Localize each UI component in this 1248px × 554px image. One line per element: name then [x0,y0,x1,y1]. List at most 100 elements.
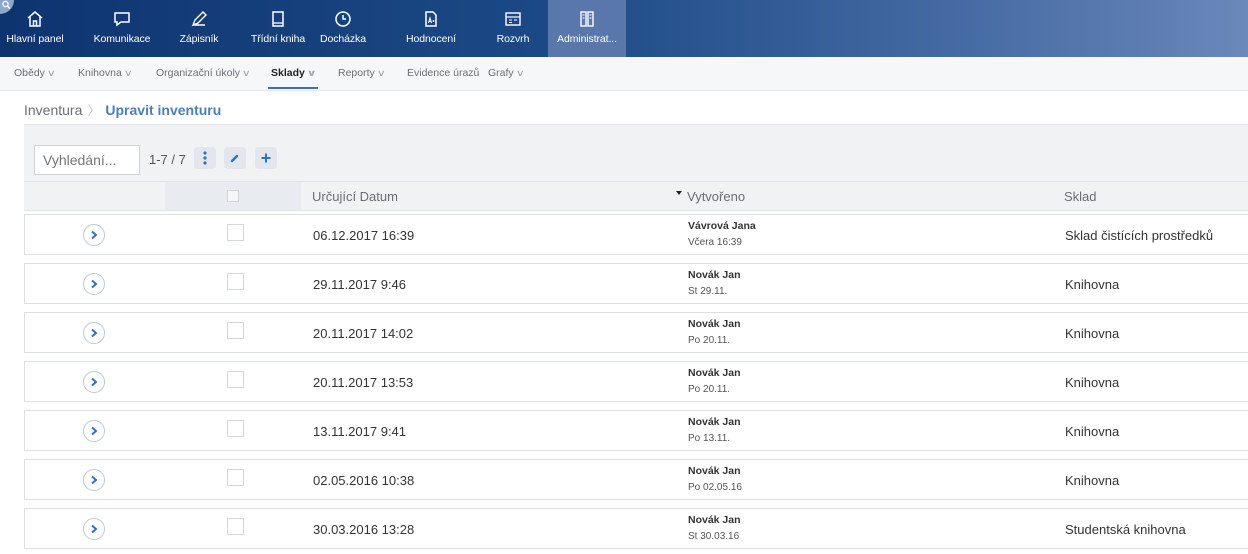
cell-creator: Novák Jan [688,367,741,379]
cell-date: 13.11.2017 9:41 [313,424,407,439]
breadcrumb-separator-icon: 〉 [87,103,101,118]
subnav-item-label: Evidence úrazů [407,67,480,79]
subnav-item-organizational-tasks[interactable]: Organizační úkoly ∨ [156,57,251,91]
nav-item-label: Zápisník [179,33,219,45]
column-header-store[interactable]: Sklad [1064,189,1097,204]
nav-item-label: Hlavní panel [6,33,64,45]
row-checkbox[interactable] [227,371,244,388]
row-checkbox[interactable] [227,322,244,339]
subnav-item-injury-records[interactable]: Evidence úrazů [407,57,479,91]
table-row[interactable]: 20.11.2017 13:53 Novák Jan Po 20.11. Knihov… [24,361,1248,402]
cell-created-when: Po 20.11. [688,335,731,346]
subnav-item-library[interactable]: Knihovna ∨ [78,57,133,91]
subnav-item-label: Grafy [488,67,514,79]
cell-store: Knihovna [1065,375,1120,390]
chevron-right-icon [91,426,98,436]
cell-date: 20.11.2017 13:53 [313,375,414,390]
expand-row-button[interactable] [83,273,105,295]
cell-created-when: St 29.11. [688,286,728,297]
vertical-dots-icon [203,151,207,165]
chevron-down-icon: ∨ [46,68,56,78]
row-checkbox[interactable] [227,518,244,535]
nav-item-class-book[interactable]: Třídní kniha [246,0,310,57]
nav-item-attendance[interactable]: Docházka [316,0,370,57]
nav-item-communication[interactable]: Komunikace [90,0,154,57]
expand-row-button[interactable] [83,322,105,344]
cell-creator: Novák Jan [688,318,741,330]
nav-item-label: Administrat... [557,33,617,45]
nav-item-label: Komunikace [93,33,151,45]
cell-created-when: Po 20.11. [688,384,731,395]
table-row[interactable]: 02.05.2016 10:38 Novák Jan Po 02.05.16 Knih… [24,459,1248,500]
subnav-item-label: Knihovna [78,67,122,79]
expand-row-button[interactable] [83,518,105,540]
chevron-down-icon: ∨ [376,68,386,78]
schedule-icon [503,9,523,29]
cell-creator: Novák Jan [688,465,741,477]
grid-toolbar: 1-7 / 7 [24,124,1248,181]
cell-store: Knihovna [1065,326,1120,341]
nav-item-notebook[interactable]: Zápisník [170,0,228,57]
row-checkbox[interactable] [227,273,244,290]
sort-desc-icon [676,191,682,195]
subnav-item-label: Sklady [271,67,305,79]
breadcrumb-current: Upravit inventuru [105,102,222,118]
cell-store: Sklad čistících prostředků [1065,228,1214,243]
top-navigation: Hlavní panel Komunikace Zápisník Třídní … [0,0,1248,57]
cell-creator: Novák Jan [688,416,741,428]
column-header-date[interactable]: Určující Datum [312,189,398,204]
table-row[interactable]: 30.03.2016 13:28 Novák Jan St 30.03.16 Stud… [24,508,1248,549]
cell-store: Knihovna [1065,473,1120,488]
row-checkbox[interactable] [227,224,244,241]
subnav-item-label: Organizační úkoly [156,67,241,79]
expand-row-button[interactable] [83,224,105,246]
cell-date: 30.03.2016 13:28 [313,522,415,537]
select-all-checkbox[interactable] [227,190,239,202]
subnav-item-reports[interactable]: Reporty ∨ [338,57,386,91]
sub-navigation: Obědy ∨ Knihovna ∨ Organizační úkoly ∨ Skla… [0,57,1248,91]
subnav-item-lunches[interactable]: Obědy ∨ [14,57,56,91]
cell-created-when: Po 13.11. [688,433,731,444]
expand-row-button[interactable] [83,371,105,393]
chat-icon [112,9,132,29]
active-tab-indicator [268,87,319,89]
cell-date: 02.05.2016 10:38 [313,473,415,488]
cell-date: 20.11.2017 14:02 [313,326,414,341]
cell-creator: Vávrová Jana [688,220,756,232]
table-row[interactable]: 20.11.2017 14:02 Novák Jan Po 20.11. Knihov… [24,312,1248,353]
nav-item-home[interactable]: Hlavní panel [2,0,68,57]
column-header-created[interactable]: Vytvořeno [687,189,745,204]
edit-button[interactable] [224,147,246,169]
row-checkbox[interactable] [227,420,244,437]
expand-row-button[interactable] [83,469,105,491]
nav-item-administration[interactable]: Administrat... [548,0,626,57]
breadcrumb: Inventura 〉 Upravit inventuru [24,100,221,119]
nav-item-evaluation[interactable]: Hodnocení [400,0,462,57]
chevron-down-icon: ∨ [241,68,251,78]
cell-creator: Novák Jan [688,514,741,526]
table-row[interactable]: 06.12.2017 16:39 Vávrová Jana Včera 16:39 S… [24,214,1248,255]
cell-store: Knihovna [1065,424,1120,439]
subnav-item-warehouses[interactable]: Sklady ∨ [268,57,319,91]
cell-created-when: Po 02.05.16 [688,482,742,493]
row-checkbox[interactable] [227,469,244,486]
record-counter: 1-7 / 7 [149,152,186,167]
expand-row-button[interactable] [83,420,105,442]
breadcrumb-parent[interactable]: Inventura [24,102,82,118]
add-button[interactable] [255,147,277,169]
cell-date: 29.11.2017 9:46 [313,277,407,292]
plus-icon [261,153,271,163]
more-options-button[interactable] [194,147,216,169]
chevron-right-icon [91,475,98,485]
chevron-right-icon [91,279,98,289]
chevron-down-icon: ∨ [515,68,525,78]
cell-store: Studentská knihovna [1065,522,1186,537]
chevron-right-icon [91,524,98,534]
table-row[interactable]: 29.11.2017 9:46 Novák Jan St 29.11. Knihovn… [24,263,1248,304]
chevron-right-icon [91,230,98,240]
search-input[interactable] [34,145,140,175]
book-icon [268,9,288,29]
subnav-item-charts[interactable]: Grafy ∨ [488,57,525,91]
table-row[interactable]: 13.11.2017 9:41 Novák Jan Po 13.11. Knihovn… [24,410,1248,451]
nav-item-schedule[interactable]: Rozvrh [491,0,535,57]
